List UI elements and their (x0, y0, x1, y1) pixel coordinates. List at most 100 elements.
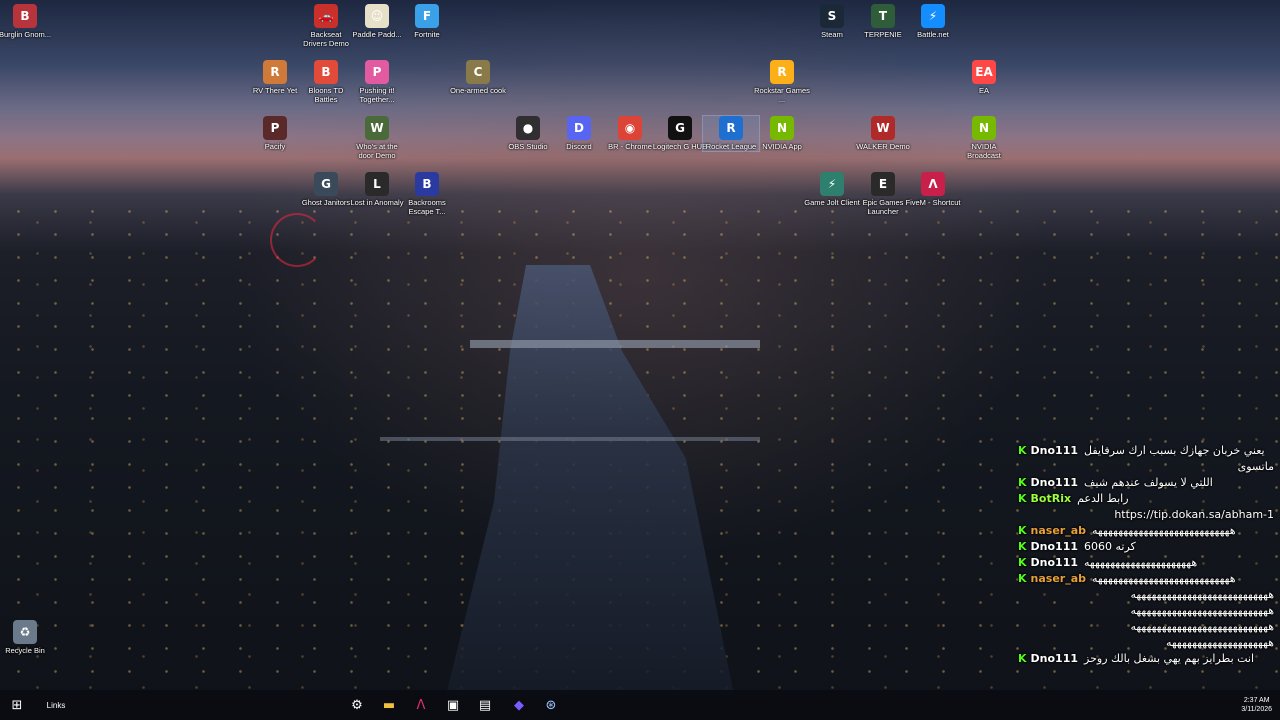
chat-username: Dno111 (1030, 652, 1079, 665)
ea-icon[interactable]: EA EA (956, 60, 1012, 95)
bloons-td-icon[interactable]: B Bloons TD Battles (298, 60, 354, 104)
desktop-icon-label: Rockstar Games ... (754, 86, 810, 104)
fivem-icon[interactable]: Λ FiveM - Shortcut (905, 172, 961, 207)
chat-message: K BotRix رابط الدعم (1018, 492, 1274, 505)
walker-demo-icon[interactable]: W WALKER Demo (855, 116, 911, 151)
one-armed-cook-icon[interactable]: C One-armed cook (450, 60, 506, 95)
obs-studio-image: ● (516, 116, 540, 140)
logitech-g-hub-icon[interactable]: G Logitech G HUB (652, 116, 708, 151)
settings-icon[interactable]: ⚙ (342, 690, 372, 720)
desktop-icon-label: Fortnite (414, 30, 440, 39)
paddle-image: ☺ (365, 4, 389, 28)
ghost-janitors-icon[interactable]: G Ghost Janitors (298, 172, 354, 207)
backseat-drivers-image: 🚗 (314, 4, 338, 28)
desktop-icon-label: Battle.net (917, 30, 949, 39)
desktop-icon-label: Backseat Drivers Demo (303, 30, 349, 48)
desktop-icon-label: OBS Studio (508, 142, 548, 151)
epic-games-icon[interactable]: E Epic Games Launcher (855, 172, 911, 216)
obs-studio-icon[interactable]: ● OBS Studio (500, 116, 556, 151)
clock-date: 3/11/2026 (1241, 706, 1272, 713)
chat-text: رابط الدعم (1077, 492, 1129, 505)
kick-taskbar-icon[interactable]: ◆ (504, 690, 534, 720)
steam-icon[interactable]: S Steam (804, 4, 860, 39)
pacify-icon[interactable]: P Pacify (247, 116, 303, 151)
steam-taskbar-icon[interactable]: ⊛ (536, 690, 566, 720)
kick-badge-icon: K (1018, 476, 1027, 489)
terpenie-icon[interactable]: T TERPENIE (855, 4, 911, 39)
desktop-icon-label: Recycle Bin (5, 646, 45, 655)
fivem-image: Λ (921, 172, 945, 196)
desktop-icon-label: Bloons TD Battles (308, 86, 344, 104)
chat-text: https://tip.dokan.sa/abham-1 (1114, 508, 1274, 521)
chat-text: هههههههههههههههههههههههههههه (1130, 620, 1274, 633)
chat-username: Dno111 (1030, 476, 1079, 489)
whos-at-the-door-image: W (365, 116, 389, 140)
stream-chat-overlay: K Dno111 يعني خربان جهازك بسبب ارك سرفايفل… (1018, 444, 1274, 668)
rv-there-yet-icon[interactable]: R RV There Yet (247, 60, 303, 95)
nvidia-app-icon[interactable]: N NVIDIA App (754, 116, 810, 151)
burglin-gnomes-icon[interactable]: B Burglin Gnom... (0, 4, 53, 39)
desktop-icon-label: EA (978, 86, 989, 95)
fortnite-image: F (415, 4, 439, 28)
chat-message: ماتسوى (1018, 460, 1274, 473)
chat-text: هههههههههههههههههههههه (1084, 556, 1198, 569)
links-toolbar[interactable]: Links (40, 690, 72, 720)
desktop-icon-label: Ghost Janitors (301, 198, 351, 207)
desktop-icon-label: Discord (566, 142, 592, 151)
steam-image: S (820, 4, 844, 28)
clock[interactable]: 2:37 AM 3/11/2026 (1241, 690, 1272, 720)
one-armed-cook-image: C (466, 60, 490, 84)
desktop-icon-label: NVIDIA Broadcast (967, 142, 1001, 160)
desktop-icon-label: Lost in Anomaly (350, 198, 404, 207)
clock-time: 2:37 AM (1243, 697, 1270, 704)
recycle-bin-image: ♻ (13, 620, 37, 644)
chat-username: naser_ab (1030, 572, 1087, 585)
discord-icon[interactable]: D Discord (551, 116, 607, 151)
fortnite-icon[interactable]: F Fortnite (399, 4, 455, 39)
desktop-icon-label: Epic Games Launcher (862, 198, 904, 216)
recycle-bin-icon[interactable]: ♻ Recycle Bin (0, 620, 53, 655)
fivem-taskbar-icon[interactable]: Λ (406, 690, 436, 720)
kick-badge-icon: K (1018, 524, 1027, 537)
chat-text: كرته 6060 (1084, 540, 1136, 553)
backseat-drivers-icon[interactable]: 🚗 Backseat Drivers Demo (298, 4, 354, 48)
lost-in-anomaly-image: L (365, 172, 389, 196)
pushing-it-icon[interactable]: P Pushing it! Together... (349, 60, 405, 104)
rockstar-games-icon[interactable]: R Rockstar Games ... (754, 60, 810, 104)
chat-username: naser_ab (1030, 524, 1087, 537)
nvidia-broadcast-image: N (972, 116, 996, 140)
paddle-icon[interactable]: ☺ Paddle Padd... (349, 4, 405, 39)
chat-message: K Dno111 انت بطرايز بهم يهي بشغل بالك روحز (1018, 652, 1274, 665)
chat-message: ههههههههههههههههههههه (1018, 636, 1274, 649)
desktop-icon-label: RV There Yet (252, 86, 298, 95)
file-explorer-icon[interactable]: ▬ (374, 690, 404, 720)
lost-in-anomaly-icon[interactable]: L Lost in Anomaly (349, 172, 405, 207)
ghost-janitors-image: G (314, 172, 338, 196)
discord-image: D (567, 116, 591, 140)
chat-message: هههههههههههههههههههههههههههه (1018, 588, 1274, 601)
chat-message: K Dno111 اللتي لا يسولف عندهم شيف (1018, 476, 1274, 489)
chat-message: K Dno111 كرته 6060 (1018, 540, 1274, 553)
rocket-league-icon[interactable]: R Rocket League (702, 115, 760, 152)
desktop-icon-label: BR - Chrome (608, 142, 652, 151)
kick-badge-icon: K (1018, 572, 1027, 585)
whos-at-the-door-icon[interactable]: W Who's at the door Demo (349, 116, 405, 160)
store-icon[interactable]: ▣ (438, 690, 468, 720)
desktop-icon-label: Backrooms Escape T... (408, 198, 446, 216)
backrooms-escape-icon[interactable]: B Backrooms Escape T... (399, 172, 455, 216)
app-taskbar-icon[interactable]: ▤ (470, 690, 500, 720)
chat-username: Dno111 (1030, 444, 1079, 457)
game-jolt-icon[interactable]: ⚡ Game Jolt Client (804, 172, 860, 207)
logitech-g-hub-image: G (668, 116, 692, 140)
desktop-icon-label: Paddle Padd... (352, 30, 402, 39)
chat-text: اللتي لا يسولف عندهم شيف (1084, 476, 1213, 489)
windows-start-icon[interactable]: ⊞ (2, 690, 32, 720)
rv-there-yet-image: R (263, 60, 287, 84)
battlenet-icon[interactable]: ⚡ Battle.net (905, 4, 961, 39)
kick-badge-icon: K (1018, 652, 1027, 665)
loading-ring (270, 213, 324, 267)
chrome-icon[interactable]: ◉ BR - Chrome (602, 116, 658, 151)
nvidia-broadcast-icon[interactable]: N NVIDIA Broadcast (956, 116, 1012, 160)
desktop-icon-label: Who's at the door Demo (356, 142, 398, 160)
chat-text: يعني خربان جهازك بسبب ارك سرفايفل (1084, 444, 1265, 457)
